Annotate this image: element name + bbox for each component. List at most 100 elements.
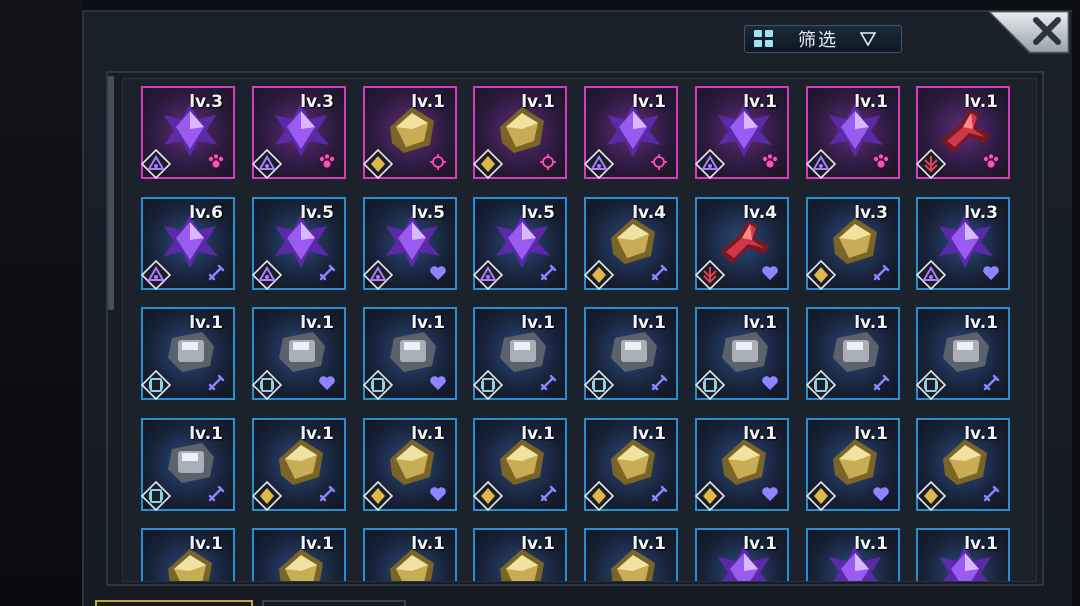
inventory-slot[interactable]: lv.1 [141,528,235,581]
inventory-slot[interactable]: lv.1 [806,528,900,581]
inventory-slot[interactable]: lv.4 [583,197,678,291]
inventory-slot[interactable]: lv.6 [140,197,235,291]
inventory-slot[interactable]: lv.4 [694,197,789,291]
violet-type-icon [583,148,615,180]
close-x-icon[interactable] [986,10,1070,54]
gold-type-icon [251,480,283,512]
inventory-slot[interactable]: lv.1 [915,86,1010,180]
violet-type-icon [805,148,837,180]
inventory-slot[interactable]: lv.1 [583,86,678,180]
sword-icon [318,485,336,503]
violet-type-icon [915,259,947,291]
inventory-slot[interactable]: lv.1 [583,307,678,401]
item-level: lv.1 [411,313,445,333]
sword-icon [872,264,890,282]
violet-type-icon [362,259,394,291]
gold-type-icon [583,480,615,512]
tab-inactive[interactable] [262,600,406,606]
inventory-slot[interactable]: lv.1 [251,307,346,401]
inventory-slot[interactable]: lv.1 [473,528,567,581]
item-level: lv.1 [300,534,334,554]
violet-type-icon [140,148,172,180]
gold-type-icon [805,259,837,291]
inventory-slot[interactable]: lv.1 [916,528,1010,581]
inventory-slot[interactable]: lv.5 [472,197,567,291]
inventory-slot[interactable]: lv.1 [362,418,457,512]
item-level: lv.5 [521,203,555,223]
paw-icon [318,153,336,171]
silver-type-icon [140,480,172,512]
item-level: lv.1 [521,534,555,554]
inventory-slot[interactable]: lv.1 [805,307,900,401]
scrollbar[interactable] [108,76,114,310]
inventory-slot[interactable]: lv.1 [694,86,789,180]
inventory-slot[interactable]: lv.1 [362,307,457,401]
item-level: lv.4 [632,203,666,223]
item-level: lv.1 [743,534,777,554]
inventory-slot[interactable]: lv.3 [251,86,346,180]
heart-icon [761,485,779,503]
item-level: lv.1 [964,534,998,554]
item-level: lv.1 [189,534,223,554]
inventory-slot[interactable]: lv.1 [915,418,1010,512]
item-level: lv.1 [743,92,777,112]
item-level: lv.1 [521,313,555,333]
item-level: lv.3 [300,92,334,112]
inventory-slot[interactable]: lv.5 [362,197,457,291]
item-level: lv.1 [743,424,777,444]
inventory-slot[interactable]: lv.5 [251,197,346,291]
gold-type-icon [805,480,837,512]
inventory-slot[interactable]: lv.3 [140,86,235,180]
target-icon [539,153,557,171]
silver-type-icon [694,369,726,401]
item-level: lv.5 [300,203,334,223]
item-level: lv.1 [632,534,666,554]
silver-type-icon [251,369,283,401]
inventory-slot[interactable]: lv.1 [251,418,346,512]
item-level: lv.1 [300,424,334,444]
heart-icon [429,374,447,392]
silver-type-icon [362,369,394,401]
item-level: lv.1 [411,424,445,444]
inventory-slot[interactable]: lv.1 [695,528,789,581]
inventory-slot[interactable]: lv.1 [472,307,567,401]
inventory-slot[interactable]: lv.1 [472,86,567,180]
sword-icon [982,485,1000,503]
inventory-slot[interactable]: lv.1 [915,307,1010,401]
inventory-slot[interactable]: lv.1 [584,528,678,581]
inventory-slot[interactable]: lv.1 [805,86,900,180]
item-level: lv.1 [964,424,998,444]
item-level: lv.1 [964,92,998,112]
gold-type-icon [694,480,726,512]
sword-icon [207,485,225,503]
item-level: lv.1 [743,313,777,333]
tab-active[interactable] [95,600,253,606]
inventory-slot[interactable]: lv.3 [915,197,1010,291]
item-level: lv.1 [521,92,555,112]
inventory-slot[interactable]: lv.1 [252,528,346,581]
inventory-slot[interactable]: lv.1 [363,528,457,581]
heart-icon [429,264,447,282]
inventory-slot[interactable]: lv.1 [472,418,567,512]
inventory-slot[interactable]: lv.3 [805,197,900,291]
filter-button[interactable]: 筛选 [744,25,902,53]
silver-type-icon [805,369,837,401]
inventory-slot[interactable]: lv.1 [583,418,678,512]
inventory-slot[interactable]: lv.1 [140,418,235,512]
violet-type-icon [140,259,172,291]
item-level: lv.3 [189,92,223,112]
item-level: lv.4 [743,203,777,223]
sword-icon [207,374,225,392]
gold-type-icon [362,148,394,180]
paw-icon [207,153,225,171]
inventory-slot[interactable]: lv.1 [694,307,789,401]
silver-type-icon [140,369,172,401]
inventory-slot[interactable]: lv.1 [805,418,900,512]
inventory-slot[interactable]: lv.1 [140,307,235,401]
item-level: lv.1 [189,424,223,444]
paw-icon [872,153,890,171]
inventory-slot[interactable]: lv.1 [694,418,789,512]
target-icon [429,153,447,171]
heart-icon [982,264,1000,282]
inventory-slot[interactable]: lv.1 [362,86,457,180]
